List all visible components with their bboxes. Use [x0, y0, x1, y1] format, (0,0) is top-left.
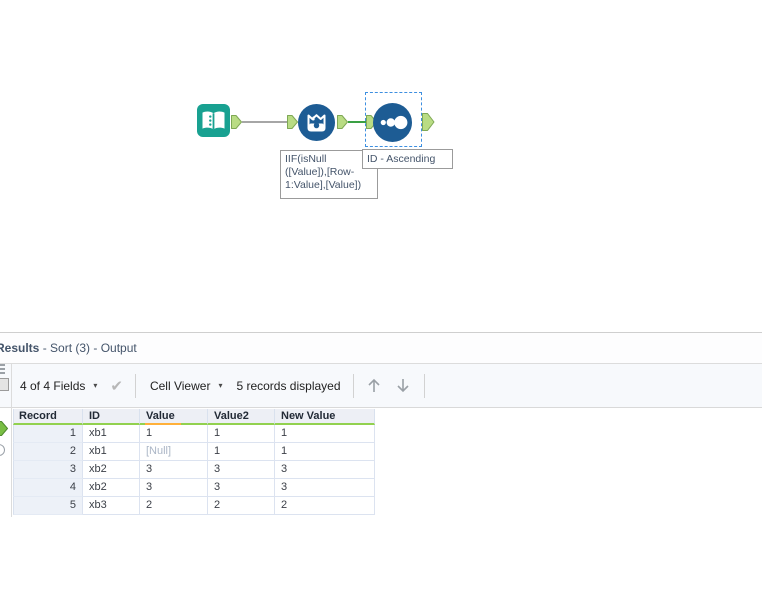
apply-check-icon[interactable]: ✔: [110, 377, 123, 395]
input-data-tool[interactable]: [197, 104, 230, 142]
workflow-canvas[interactable]: IIF(isNull ([Value]),[Row- 1:Value],[Val…: [0, 0, 762, 332]
scroll-down-button[interactable]: [394, 377, 412, 395]
annotation-line: 1:Value],[Value]): [285, 179, 362, 191]
column-header-new-value[interactable]: New Value: [275, 409, 375, 425]
results-title-bold: Results: [0, 341, 40, 355]
input-output-anchor[interactable]: [231, 115, 242, 134]
annotation-line: IIF(isNull: [285, 153, 327, 165]
table-row[interactable]: 2 xb1 [Null] 1 1: [13, 443, 375, 461]
table-cell[interactable]: 1: [208, 443, 275, 461]
table-cell[interactable]: 3: [275, 479, 375, 497]
table-cell[interactable]: 3: [275, 461, 375, 479]
column-header-id[interactable]: ID: [83, 409, 140, 425]
table-cell[interactable]: 2: [140, 497, 208, 515]
table-cell[interactable]: xb1: [83, 443, 140, 461]
output-anchor-indicator-icon[interactable]: [0, 421, 8, 436]
table-cell[interactable]: xb2: [83, 461, 140, 479]
results-title-rest: - Sort (3) - Output: [39, 341, 137, 355]
column-header-value-label: Value: [146, 410, 175, 422]
annotation-line: ([Value]),[Row-: [285, 166, 355, 178]
record-number-cell[interactable]: 2: [13, 443, 83, 461]
table-cell[interactable]: 1: [140, 425, 208, 443]
records-displayed-label: 5 records displayed: [236, 378, 341, 393]
results-pane-title: Results - Sort (3) - Output: [0, 341, 137, 355]
column-header-record[interactable]: Record: [13, 409, 83, 425]
grid-view-icon[interactable]: [0, 364, 5, 374]
table-cell[interactable]: 3: [208, 479, 275, 497]
record-number-cell[interactable]: 5: [13, 497, 83, 515]
table-row[interactable]: 5 xb3 2 2 2: [13, 497, 375, 515]
table-header-row: Record ID Value Value2 New Value: [13, 409, 375, 425]
modified-column-underline: [145, 423, 181, 425]
alteryx-window: IIF(isNull ([Value]),[Row- 1:Value],[Val…: [0, 0, 762, 589]
table-cell[interactable]: 1: [275, 425, 375, 443]
toolbar-separator: [423, 373, 425, 398]
column-header-value2[interactable]: Value2: [208, 409, 275, 425]
toolbar-separator: [134, 373, 136, 398]
anchor-radio-icon[interactable]: [0, 444, 5, 456]
table-cell[interactable]: 2: [275, 497, 375, 515]
sort-tool[interactable]: [373, 103, 412, 147]
sort-output-anchor[interactable]: [422, 113, 435, 136]
cell-viewer-dropdown[interactable]: Cell Viewer: [150, 379, 210, 393]
sort-icon: [373, 103, 412, 146]
table-cell[interactable]: xb2: [83, 479, 140, 497]
pane-strip-button[interactable]: [0, 378, 9, 391]
table-row[interactable]: 3 xb2 3 3 3: [13, 461, 375, 479]
record-number-cell[interactable]: 4: [13, 479, 83, 497]
input-data-icon: [197, 104, 230, 141]
fields-dropdown[interactable]: 4 of 4 Fields: [20, 379, 85, 393]
formula-tool[interactable]: [298, 104, 335, 146]
table-cell[interactable]: 1: [275, 443, 375, 461]
column-header-value[interactable]: Value: [140, 409, 208, 425]
table-cell[interactable]: 3: [140, 461, 208, 479]
table-cell[interactable]: 3: [140, 479, 208, 497]
table-cell[interactable]: [Null]: [140, 443, 208, 461]
results-table-body: 1 xb1 1 1 1 2 xb1 [Null] 1 1 3 xb2 3 3 3 4 xb2 3 3 3 5 xb3 2 2 2: [13, 425, 375, 515]
formula-input-anchor[interactable]: [287, 115, 298, 134]
formula-icon: [298, 104, 335, 145]
sort-annotation[interactable]: ID - Ascending: [362, 149, 453, 169]
table-cell[interactable]: xb3: [83, 497, 140, 515]
fields-caret-icon[interactable]: ▾: [93, 381, 97, 390]
formula-output-anchor[interactable]: [337, 115, 348, 134]
pane-strip-divider: [11, 363, 12, 517]
table-cell[interactable]: 3: [208, 461, 275, 479]
scroll-up-button[interactable]: [365, 377, 383, 395]
table-cell[interactable]: 2: [208, 497, 275, 515]
results-table: Record ID Value Value2 New Value 1 xb1 1 1 1…: [13, 409, 375, 515]
results-pane-header: Results - Sort (3) - Output: [0, 333, 762, 363]
cell-viewer-caret-icon[interactable]: ▾: [218, 381, 222, 390]
results-toolbar: 4 of 4 Fields ▾ ✔ Cell Viewer ▾ 5 record…: [0, 363, 762, 408]
table-row[interactable]: 1 xb1 1 1 1: [13, 425, 375, 443]
toolbar-separator: [352, 373, 354, 398]
connection-formula-sort[interactable]: [348, 121, 366, 123]
connection-input-formula[interactable]: [242, 121, 288, 123]
record-number-cell[interactable]: 1: [13, 425, 83, 443]
table-cell[interactable]: xb1: [83, 425, 140, 443]
record-number-cell[interactable]: 3: [13, 461, 83, 479]
table-cell[interactable]: 1: [208, 425, 275, 443]
table-row[interactable]: 4 xb2 3 3 3: [13, 479, 375, 497]
